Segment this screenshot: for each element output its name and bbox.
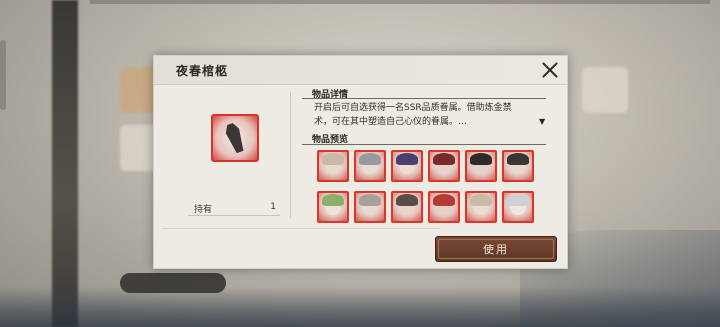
background-topline	[90, 0, 710, 4]
preview-portrait[interactable]	[465, 150, 497, 182]
preview-portrait[interactable]	[428, 191, 460, 223]
preview-divider	[302, 144, 546, 145]
portrait-hair	[507, 153, 529, 165]
portrait-hair	[359, 194, 381, 206]
preview-portrait[interactable]	[428, 150, 460, 182]
portrait-hair	[507, 194, 529, 206]
dialog-title-bar: 夜春棺柩	[154, 56, 567, 85]
portrait-hair	[396, 153, 418, 165]
portrait-hair	[322, 153, 344, 165]
background-sidebar	[52, 0, 78, 327]
item-description: 开启后可自选获得一名SSR品质眷属。借助炼金禁 术，可在其中塑造自己心仪的眷属。…	[314, 101, 539, 129]
owned-count: 1	[270, 202, 276, 212]
preview-portrait[interactable]	[465, 191, 497, 223]
preview-portrait[interactable]	[354, 150, 386, 182]
portrait-hair	[470, 194, 492, 206]
owned-count-row: 持有 1	[188, 202, 280, 216]
use-button-label: 使用	[483, 243, 509, 256]
preview-portrait[interactable]	[317, 150, 349, 182]
preview-portrait[interactable]	[502, 150, 534, 182]
portrait-hair	[433, 194, 455, 206]
portrait-hair	[396, 194, 418, 206]
close-icon[interactable]	[540, 60, 560, 80]
background-item-card	[582, 67, 628, 113]
portrait-hair	[470, 153, 492, 165]
portrait-hair	[322, 194, 344, 206]
portrait-hair	[359, 153, 381, 165]
description-line: 术，可在其中塑造自己心仪的眷属。…	[314, 117, 468, 127]
owned-label: 持有	[194, 205, 213, 215]
preview-portrait[interactable]	[317, 191, 349, 223]
background-edge-tab	[0, 40, 6, 110]
details-divider	[302, 98, 546, 99]
bottom-divider	[162, 228, 440, 229]
preview-portrait[interactable]	[354, 191, 386, 223]
expand-description-icon[interactable]: ▼	[539, 117, 545, 126]
use-button[interactable]: 使用	[435, 236, 557, 262]
coffin-item-icon	[211, 114, 259, 162]
vertical-divider	[290, 92, 291, 218]
preview-portrait[interactable]	[391, 191, 423, 223]
portrait-hair	[433, 153, 455, 165]
preview-portrait[interactable]	[502, 191, 534, 223]
item-detail-dialog: 夜春棺柩 持有 1 物品详情 开启后可自选获得一名SSR品质眷属。借助炼金禁 术…	[153, 55, 568, 269]
description-line: 开启后可自选获得一名SSR品质眷属。借助炼金禁	[314, 103, 512, 113]
coffin-icon	[223, 122, 246, 155]
preview-portrait[interactable]	[391, 150, 423, 182]
dialog-title: 夜春棺柩	[176, 64, 229, 78]
